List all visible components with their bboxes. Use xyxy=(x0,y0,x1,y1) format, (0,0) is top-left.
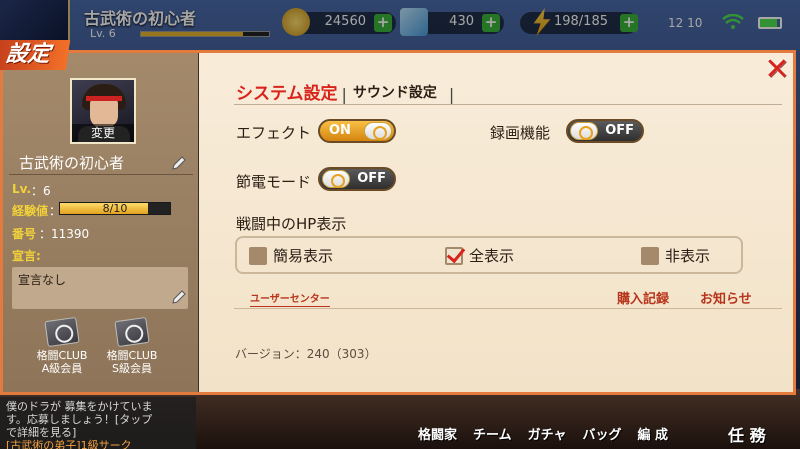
tab-divider xyxy=(234,104,782,105)
dialog-title: 設定 xyxy=(0,40,71,70)
close-icon[interactable]: ✕ xyxy=(762,55,792,86)
power-save-toggle-state: OFF xyxy=(357,171,386,186)
hp-display-label: 戦闘中のHP表示 xyxy=(236,215,347,233)
tab-sound-settings[interactable]: サウンド設定 xyxy=(353,82,437,102)
checkbox[interactable] xyxy=(641,247,659,265)
menu-gacha[interactable]: ガチャ xyxy=(520,418,575,448)
effect-toggle[interactable]: ON xyxy=(318,119,396,143)
purchase-history-link[interactable]: 購入記録 xyxy=(617,288,670,309)
club-badge-s[interactable]: 格闘CLUB S級会員 xyxy=(97,316,167,375)
declaration-text: 宣言なし xyxy=(18,273,67,287)
toggle-knob xyxy=(364,122,392,140)
power-save-toggle[interactable]: OFF xyxy=(318,167,396,191)
avatar[interactable]: 変更 xyxy=(70,78,136,144)
declaration-box[interactable]: 宣言なし xyxy=(12,267,188,309)
club-badge-a[interactable]: 格闘CLUB A級会員 xyxy=(27,316,97,375)
edit-declaration-pencil-icon[interactable] xyxy=(171,289,187,305)
number-label: 番号 xyxy=(12,227,37,241)
toggle-knob xyxy=(570,122,598,140)
chat-line: す。応募しましょう！[タップ xyxy=(6,413,153,426)
task-button[interactable]: 任 務 xyxy=(728,422,766,446)
toggle-knob xyxy=(322,170,350,188)
user-center-link[interactable]: ユーザーセンター xyxy=(250,290,330,307)
club-line1: 格闘CLUB xyxy=(106,349,158,362)
club-card-icon xyxy=(44,316,80,348)
level-label: Lv. xyxy=(12,182,32,196)
profile-panel: 変更 古武術の初心者 Lv. ：6 経験値 ： 8/10 番号 ：11390 宣… xyxy=(3,53,198,392)
menu-fighters[interactable]: 格闘家 xyxy=(410,418,465,448)
menu-team[interactable]: チーム xyxy=(465,418,520,448)
club-card-icon xyxy=(114,316,150,348)
effect-toggle-state: ON xyxy=(329,123,351,138)
hp-display-options: 簡易表示 全表示 非表示 xyxy=(235,236,743,274)
tab-system-settings[interactable]: システム設定 xyxy=(236,79,338,104)
bottom-menu: 格闘家 チーム ガチャ バッグ 編 成 xyxy=(410,418,676,448)
menu-formation[interactable]: 編 成 xyxy=(630,418,677,448)
chat-line: で詳細を見る] xyxy=(6,426,77,439)
tab-separator: | xyxy=(448,85,455,104)
exp-value: 8/10 xyxy=(102,202,128,215)
menu-bag[interactable]: バッグ xyxy=(575,418,630,448)
checkbox-checked[interactable] xyxy=(445,247,463,265)
chat-line: 僕のドラが 募集をかけていま xyxy=(6,400,153,413)
number-value: ：11390 xyxy=(39,227,90,241)
links-divider xyxy=(234,308,782,309)
player-name: 古武術の初心者 xyxy=(9,151,193,175)
checkbox[interactable] xyxy=(249,247,267,265)
club-line1: 格闘CLUB xyxy=(36,349,88,362)
declaration-label: 宣言: xyxy=(12,249,41,263)
level-value: ：6 xyxy=(31,184,51,198)
hp-option-label: 全表示 xyxy=(469,247,515,265)
hp-option-label: 非表示 xyxy=(665,247,711,265)
record-toggle-state: OFF xyxy=(605,123,634,138)
chat-panel[interactable]: 僕のドラが 募集をかけていま す。応募しましょう！[タップ で詳細を見る] [古… xyxy=(0,397,196,449)
club-line2: A級会員 xyxy=(41,362,83,375)
effect-label: エフェクト xyxy=(236,124,312,142)
exp-label: 経験値 xyxy=(12,204,49,218)
record-toggle[interactable]: OFF xyxy=(566,119,644,143)
news-link[interactable]: お知らせ xyxy=(700,288,752,309)
record-label: 録画機能 xyxy=(490,124,551,142)
change-avatar-label: 変更 xyxy=(72,124,134,142)
power-save-label: 節電モード xyxy=(236,173,312,191)
tab-separator: | xyxy=(341,85,347,104)
settings-tabs: システム設定 | サウンド設定 | xyxy=(236,80,460,104)
exp-bar: 8/10 xyxy=(59,202,171,215)
version-text: バージョン：240（303） xyxy=(235,347,377,361)
edit-name-pencil-icon[interactable] xyxy=(171,155,187,171)
chat-footer: [古武術の弟子]1級サーク xyxy=(6,439,132,449)
club-line2: S級会員 xyxy=(112,362,152,375)
hp-option-label: 簡易表示 xyxy=(273,247,334,265)
